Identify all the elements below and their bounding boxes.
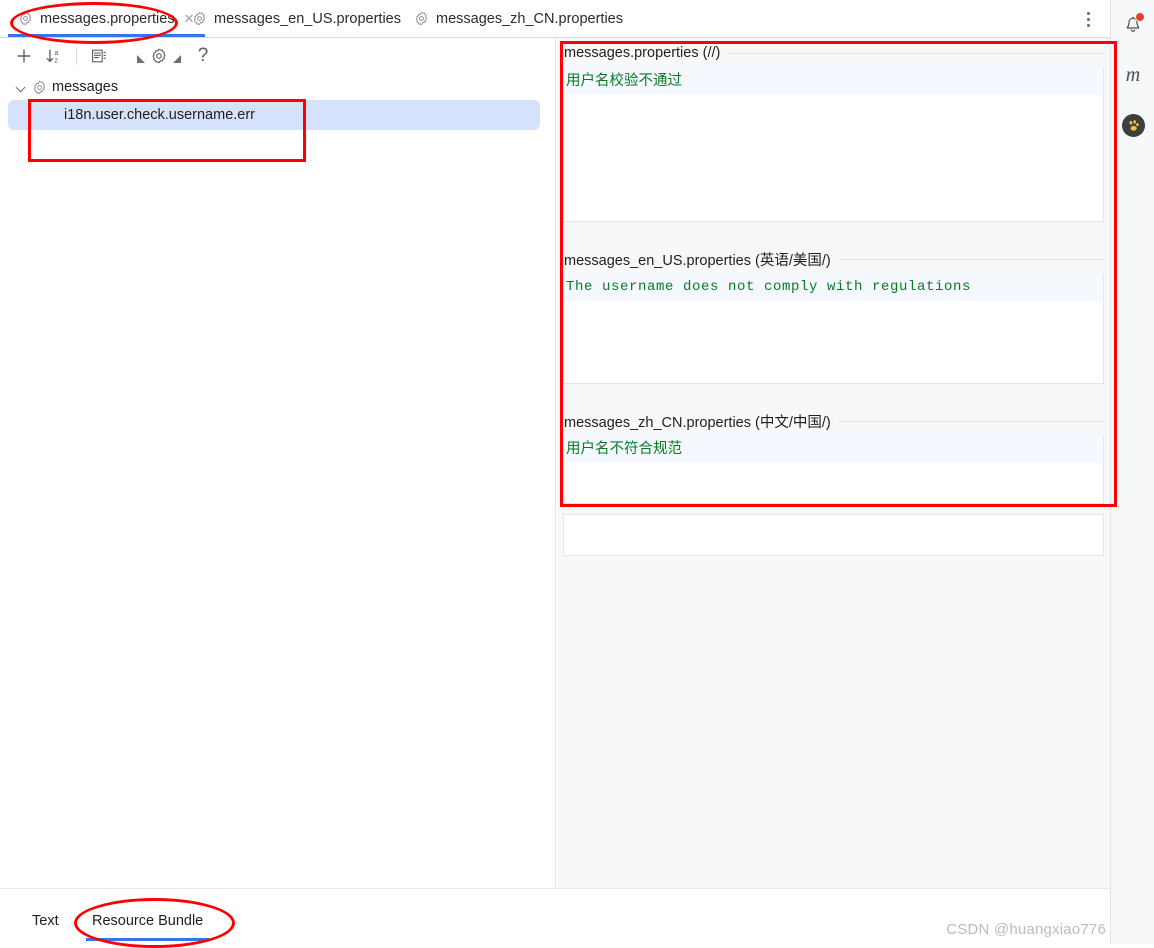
- bottom-tab-label: Resource Bundle: [92, 913, 204, 929]
- tab-messages-en-us-properties[interactable]: messages_en_US.properties: [182, 0, 411, 37]
- chevron-right-icon: [173, 55, 181, 63]
- properties-file-icon: [18, 11, 33, 26]
- chevron-left-icon: [137, 55, 145, 63]
- tree-item-label: i18n.user.check.username.err: [64, 107, 256, 123]
- more-options-icon[interactable]: [1074, 4, 1102, 34]
- properties-list-icon[interactable]: [85, 43, 113, 69]
- tree-group-label: messages: [52, 79, 119, 95]
- tab-text-view[interactable]: Text: [26, 906, 65, 936]
- editor-gap: [557, 504, 1110, 514]
- editor-body[interactable]: The username does not comply with regula…: [563, 274, 1104, 384]
- editor-body[interactable]: 用户名校验不通过: [563, 68, 1104, 222]
- header-rule: [838, 420, 1104, 422]
- property-key-tree[interactable]: messages i18n.user.check.username.err: [0, 74, 555, 888]
- editor-empty-area[interactable]: [564, 301, 1103, 379]
- tab-messages-properties[interactable]: messages.properties ✕: [8, 0, 205, 37]
- editor-group-messages-zh-cn-properties: messages_zh_CN.properties (中文/中国/) 用户名不符…: [563, 406, 1104, 504]
- editor-empty-area[interactable]: [564, 463, 1103, 499]
- editor-header-label: messages_zh_CN.properties (中文/中国/): [564, 414, 831, 431]
- translation-editors-pane: messages.properties (//) 用户名校验不通过 messag…: [557, 38, 1110, 888]
- header-rule: [838, 258, 1104, 260]
- svg-text:z: z: [54, 58, 58, 65]
- watermark: CSDN @huangxiao776: [946, 921, 1106, 938]
- properties-bundle-icon: [32, 80, 47, 95]
- kebab-dot: [1086, 23, 1090, 27]
- editor-gap: [557, 384, 1110, 406]
- bottom-tab-label: Text: [32, 913, 59, 929]
- maven-tool-button[interactable]: m: [1118, 60, 1148, 90]
- properties-file-icon: [192, 11, 207, 26]
- editor-tab-bar: messages.properties ✕ messages_en_US.pro…: [0, 0, 1110, 38]
- editor-header: messages_zh_CN.properties (中文/中国/): [563, 406, 1104, 436]
- editor-value-line[interactable]: 用户名校验不通过: [564, 68, 1103, 95]
- help-icon[interactable]: ?: [189, 43, 217, 69]
- editor-group-messages-properties: messages.properties (//) 用户名校验不通过: [563, 38, 1104, 222]
- editor-body[interactable]: 用户名不符合规范: [563, 436, 1104, 504]
- avatar[interactable]: [1118, 110, 1148, 140]
- tab-messages-zh-cn-properties[interactable]: messages_zh_CN.properties: [404, 0, 633, 37]
- add-property-button[interactable]: [10, 43, 38, 69]
- gear-icon[interactable]: [145, 43, 173, 69]
- settings-dropdown[interactable]: [137, 43, 181, 69]
- help-label: ?: [197, 45, 209, 66]
- editor-header: messages.properties (//): [563, 38, 1104, 68]
- toolbar-divider: [76, 47, 77, 65]
- resource-bundle-left-pane: a z ? messages i18n.user.check.username.…: [0, 38, 556, 888]
- right-tool-rail: m: [1110, 0, 1154, 944]
- editor-header-label: messages.properties (//): [564, 45, 721, 61]
- kebab-dot: [1086, 11, 1090, 15]
- notification-badge: [1135, 12, 1145, 22]
- kebab-dot: [1086, 17, 1090, 21]
- editor-group-messages-en-us-properties: messages_en_US.properties (英语/美国/) The u…: [563, 244, 1104, 384]
- sort-alphabetical-icon[interactable]: a z: [40, 43, 68, 69]
- editor-header: messages_en_US.properties (英语/美国/): [563, 244, 1104, 274]
- maven-icon: m: [1125, 63, 1141, 86]
- svg-text:a: a: [54, 50, 58, 57]
- notifications-button[interactable]: [1118, 10, 1148, 40]
- editor-header-label: messages_en_US.properties (英语/美国/): [564, 252, 831, 269]
- bottom-view-tab-bar: Text Resource Bundle: [0, 888, 1110, 944]
- tab-resource-bundle-view[interactable]: Resource Bundle: [86, 906, 210, 941]
- editor-body[interactable]: [563, 514, 1104, 556]
- tree-group-messages[interactable]: messages: [0, 74, 555, 100]
- header-rule: [728, 52, 1104, 54]
- editor-value-line[interactable]: The username does not comply with regula…: [564, 274, 1103, 301]
- tree-item-property-key[interactable]: i18n.user.check.username.err: [8, 100, 540, 130]
- tab-label: messages_zh_CN.properties: [436, 10, 623, 27]
- editor-group-trailing: [563, 514, 1104, 556]
- editor-gap: [557, 222, 1110, 244]
- tab-label: messages_en_US.properties: [214, 10, 401, 27]
- chevron-down-icon[interactable]: [16, 82, 27, 93]
- editor-value-line[interactable]: 用户名不符合规范: [564, 436, 1103, 463]
- resource-bundle-toolbar: a z ?: [0, 38, 555, 74]
- avatar-icon: [1121, 113, 1145, 137]
- editor-empty-area[interactable]: [564, 95, 1103, 217]
- properties-file-icon: [414, 11, 429, 26]
- tab-label: messages.properties: [40, 10, 175, 27]
